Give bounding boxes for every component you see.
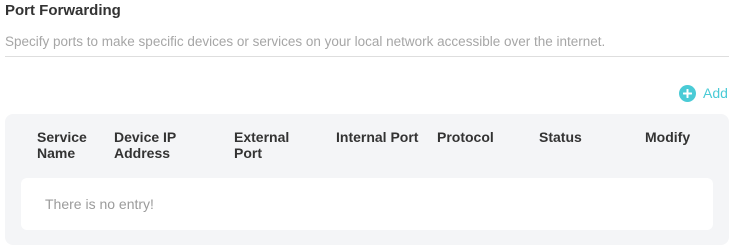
column-header-service-name: Service Name	[37, 129, 87, 161]
column-header-modify: Modify	[645, 129, 691, 145]
empty-state-text: There is no entry!	[45, 196, 154, 212]
page-description: Specify ports to make specific devices o…	[5, 34, 606, 49]
page-title: Port Forwarding	[5, 2, 121, 19]
column-header-status: Status	[539, 129, 582, 145]
add-label: Add	[703, 85, 728, 101]
empty-table-row: There is no entry!	[21, 178, 713, 230]
port-forwarding-table: Service Name Device IP Address External …	[5, 114, 729, 245]
add-button[interactable]: Add	[679, 84, 728, 102]
plus-circle-icon	[679, 84, 696, 102]
column-header-internal-port: Internal Port	[336, 129, 419, 145]
column-header-protocol: Protocol	[437, 129, 494, 145]
column-header-device-ip-address: Device IP Address	[114, 129, 177, 161]
column-header-external-port: External Port	[234, 129, 290, 161]
header-divider	[5, 56, 729, 57]
